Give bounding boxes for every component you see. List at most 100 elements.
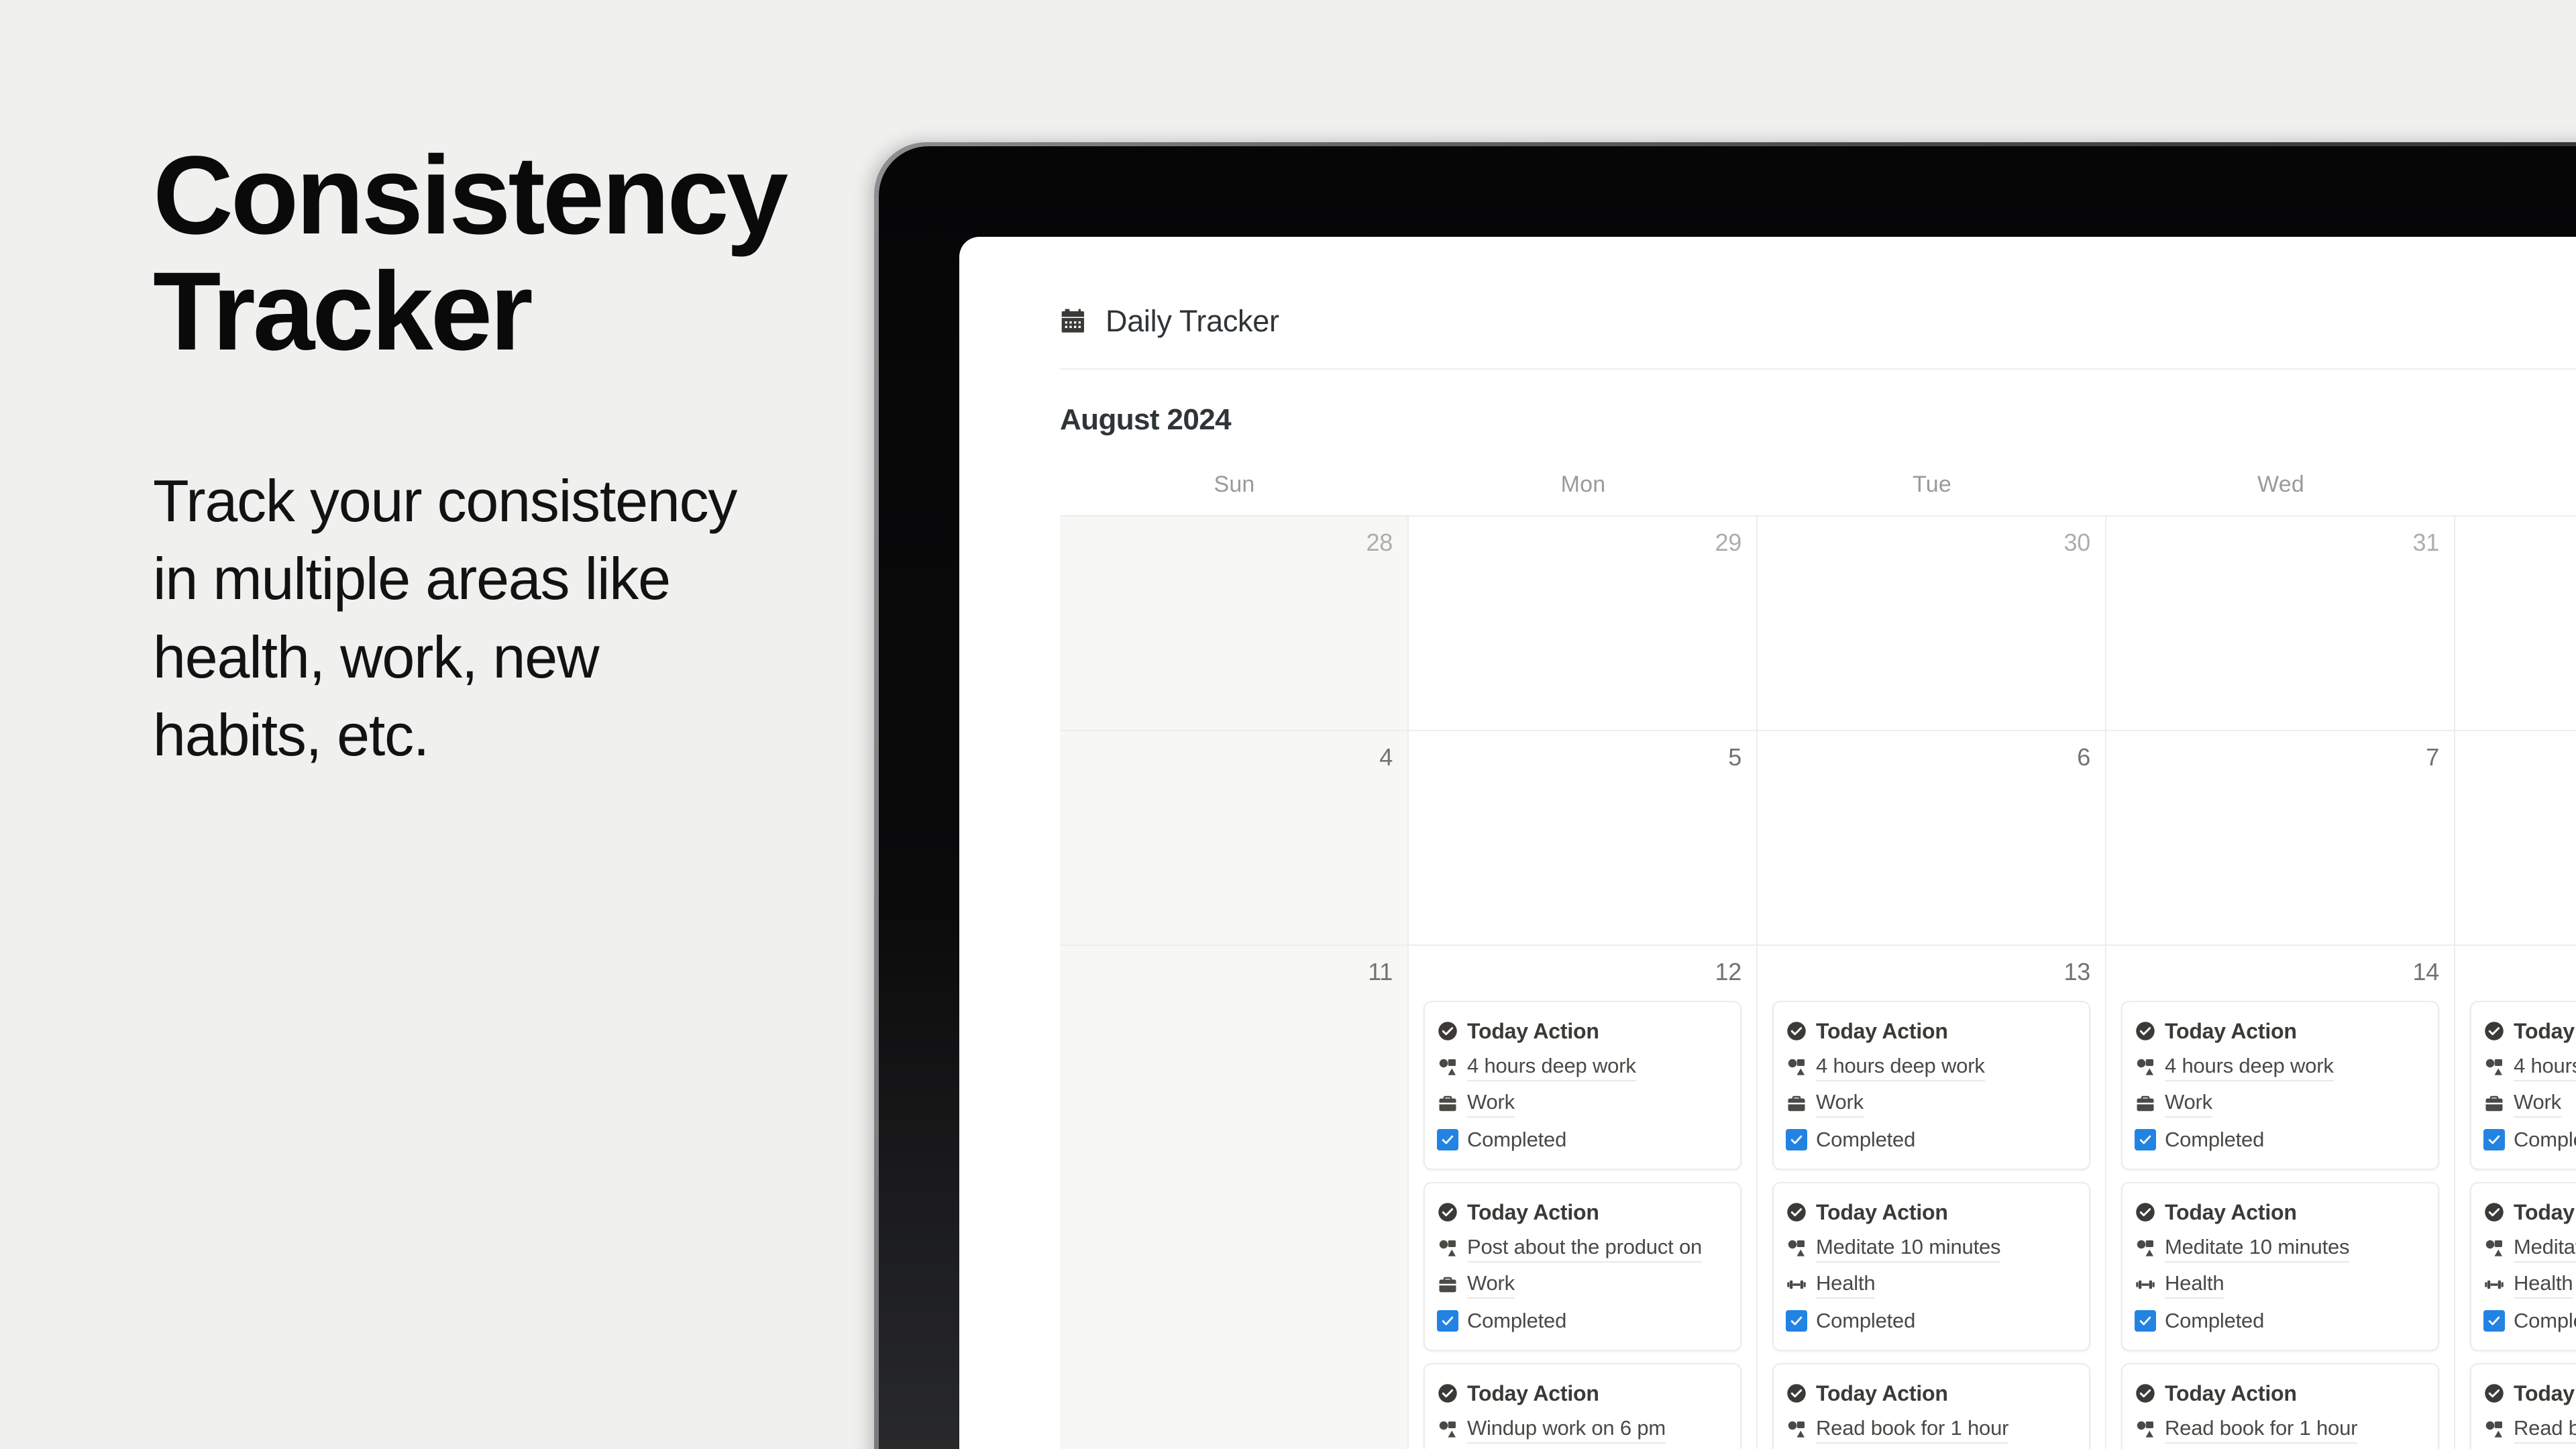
- tablet-device-frame: Daily Tracker August 2024 Sun Mon Tue We…: [874, 142, 2576, 1449]
- check-circle-icon: [1437, 1020, 1458, 1042]
- event-category-row: Work: [2483, 1085, 2576, 1122]
- event-card[interactable]: Today Action Meditate 10 minutes Health …: [2121, 1182, 2439, 1351]
- calendar-day-cell-6[interactable]: 6: [1758, 731, 2106, 945]
- calendar-day-cell-12[interactable]: 12 Today Action 4 hours deep work Work C…: [1409, 946, 1758, 1449]
- checked-checkbox-icon[interactable]: [1437, 1129, 1458, 1150]
- page-header: Daily Tracker: [1060, 304, 2576, 339]
- event-task-row: Meditate 10 minutes: [2483, 1230, 2576, 1267]
- calendar-day-cell-31[interactable]: 31: [2106, 517, 2455, 730]
- day-number: 15: [2470, 958, 2576, 986]
- calendar-day-cell-28[interactable]: 28: [1060, 517, 1409, 730]
- calendar-day-cell-15[interactable]: 15 Today Action 4 hours deep work Work C…: [2455, 946, 2576, 1449]
- dumbbell-icon: [1786, 1274, 1807, 1295]
- weekday-header-row: Sun Mon Tue Wed Thu: [1060, 472, 2576, 517]
- checked-checkbox-icon[interactable]: [2483, 1129, 2505, 1150]
- day-number: 11: [1368, 958, 1393, 985]
- event-status-row: Completed: [1437, 1303, 1728, 1339]
- event-task-row: Read book for 1 hour: [2135, 1411, 2426, 1448]
- calendar-week-row-2: 4 5 6 7 8: [1060, 731, 2576, 946]
- shapes-icon: [1437, 1238, 1458, 1259]
- event-title: Today Action: [2165, 1199, 2297, 1224]
- event-task: Meditate 10 minutes: [2514, 1235, 2576, 1263]
- event-task-row: 4 hours deep work: [2135, 1049, 2426, 1085]
- event-category: Work: [1816, 1090, 1864, 1118]
- event-task-row: Read book for 1 hour: [1786, 1411, 2077, 1448]
- checked-checkbox-icon[interactable]: [2483, 1310, 2505, 1332]
- calendar-day-cell-30[interactable]: 30: [1758, 517, 2106, 730]
- dumbbell-icon: [2135, 1274, 2156, 1295]
- calendar-day-cell-4[interactable]: 4: [1060, 731, 1409, 945]
- tablet-bezel: Daily Tracker August 2024 Sun Mon Tue We…: [879, 146, 2576, 1449]
- shapes-icon: [2135, 1057, 2156, 1078]
- check-circle-icon: [2135, 1201, 2156, 1223]
- event-title: Today Action: [1816, 1199, 1948, 1224]
- event-card[interactable]: Today Action Read book for 1 hour Habits…: [1772, 1363, 2090, 1449]
- event-card[interactable]: Today Action 4 hours deep work Work Comp…: [1772, 1001, 2090, 1170]
- event-title-row: Today Action: [1786, 1375, 2077, 1411]
- event-category: Health: [2514, 1271, 2573, 1299]
- calendar-day-cell-7[interactable]: 7: [2106, 731, 2455, 945]
- event-category-row: Work: [2135, 1085, 2426, 1122]
- event-card[interactable]: Today Action 4 hours deep work Work Comp…: [2121, 1001, 2439, 1170]
- page-title: Consistency Tracker: [153, 133, 788, 374]
- event-task: 4 hours deep work: [1816, 1054, 1985, 1081]
- calendar-day-cell-11[interactable]: 11: [1060, 946, 1409, 1449]
- event-card[interactable]: Today Action Meditate 10 minutes Health …: [2470, 1182, 2576, 1351]
- month-label: August 2024: [1060, 403, 1232, 436]
- briefcase-icon: [1437, 1274, 1458, 1295]
- event-title-row: Today Action: [2483, 1013, 2576, 1049]
- day-number: 31: [2412, 529, 2440, 556]
- briefcase-icon: [2483, 1093, 2505, 1114]
- event-title-row: Today Action: [2135, 1375, 2426, 1411]
- calendar-day-cell-29[interactable]: 29: [1409, 517, 1758, 730]
- calendar-day-cell-13[interactable]: 13 Today Action 4 hours deep work Work C…: [1758, 946, 2106, 1449]
- event-task: 4 hours deep work: [2165, 1054, 2334, 1081]
- event-card[interactable]: Today Action Windup work on 6 pm Work Co…: [1424, 1363, 1741, 1449]
- checked-checkbox-icon[interactable]: [1786, 1129, 1807, 1150]
- day-number: 13: [2063, 958, 2091, 985]
- checked-checkbox-icon[interactable]: [1786, 1310, 1807, 1332]
- event-task-row: 4 hours deep work: [2483, 1049, 2576, 1085]
- calendar-week-row-3: 11 12 Today Action 4 hours deep work Wor…: [1060, 946, 2576, 1449]
- shapes-icon: [2483, 1057, 2505, 1078]
- checked-checkbox-icon[interactable]: [2135, 1310, 2156, 1332]
- day-events-list: Today Action 4 hours deep work Work Comp…: [2470, 1001, 2576, 1449]
- check-circle-icon: [1786, 1201, 1807, 1223]
- event-title: Today Action: [2514, 1199, 2576, 1224]
- event-title-row: Today Action: [1786, 1013, 2077, 1049]
- event-card[interactable]: Today Action 4 hours deep work Work Comp…: [1424, 1001, 1741, 1170]
- check-circle-icon: [2483, 1383, 2505, 1404]
- calendar-day-cell-8[interactable]: 8: [2455, 731, 2576, 945]
- event-task: 4 hours deep work: [2514, 1054, 2576, 1081]
- briefcase-icon: [1437, 1093, 1458, 1114]
- day-number: 7: [2426, 743, 2439, 771]
- shapes-icon: [1437, 1419, 1458, 1440]
- event-task-row: Read book for 1 hour: [2483, 1411, 2576, 1448]
- shapes-icon: [2135, 1238, 2156, 1259]
- event-category: Work: [2514, 1090, 2561, 1118]
- checked-checkbox-icon[interactable]: [1437, 1310, 1458, 1332]
- day-number: 29: [1715, 529, 1742, 556]
- event-card[interactable]: Today Action Meditate 10 minutes Health …: [1772, 1182, 2090, 1351]
- check-circle-icon: [2483, 1201, 2505, 1223]
- checked-checkbox-icon[interactable]: [2135, 1129, 2156, 1150]
- event-card[interactable]: Today Action Read book for 1 hour Habits…: [2470, 1363, 2576, 1449]
- event-title-row: Today Action: [2483, 1194, 2576, 1230]
- day-number: 6: [2077, 743, 2090, 771]
- promo-block: Consistency Tracker Track your consisten…: [153, 138, 864, 774]
- calendar-day-cell-14[interactable]: 14 Today Action 4 hours deep work Work C…: [2106, 946, 2455, 1449]
- promo-subtitle: Track your consistency in multiple areas…: [153, 468, 737, 768]
- event-card[interactable]: Today Action 4 hours deep work Work Comp…: [2470, 1001, 2576, 1170]
- calendar-week-row-1: 28 29 30 31 Aug 1: [1060, 517, 2576, 731]
- event-task: Read book for 1 hour: [2514, 1416, 2576, 1444]
- event-title: Today Action: [2514, 1381, 2576, 1405]
- calendar-day-cell-5[interactable]: 5: [1409, 731, 1758, 945]
- event-completed-label: Completed: [1467, 1309, 1567, 1332]
- event-card[interactable]: Today Action Post about the product on W…: [1424, 1182, 1741, 1351]
- tablet-screen: Daily Tracker August 2024 Sun Mon Tue We…: [959, 237, 2576, 1449]
- event-title-row: Today Action: [2483, 1375, 2576, 1411]
- calendar-day-cell-aug-1[interactable]: Aug 1: [2455, 517, 2576, 730]
- event-card[interactable]: Today Action Read book for 1 hour Habits…: [2121, 1363, 2439, 1449]
- shapes-icon: [2483, 1419, 2505, 1440]
- event-category: Work: [1467, 1090, 1515, 1118]
